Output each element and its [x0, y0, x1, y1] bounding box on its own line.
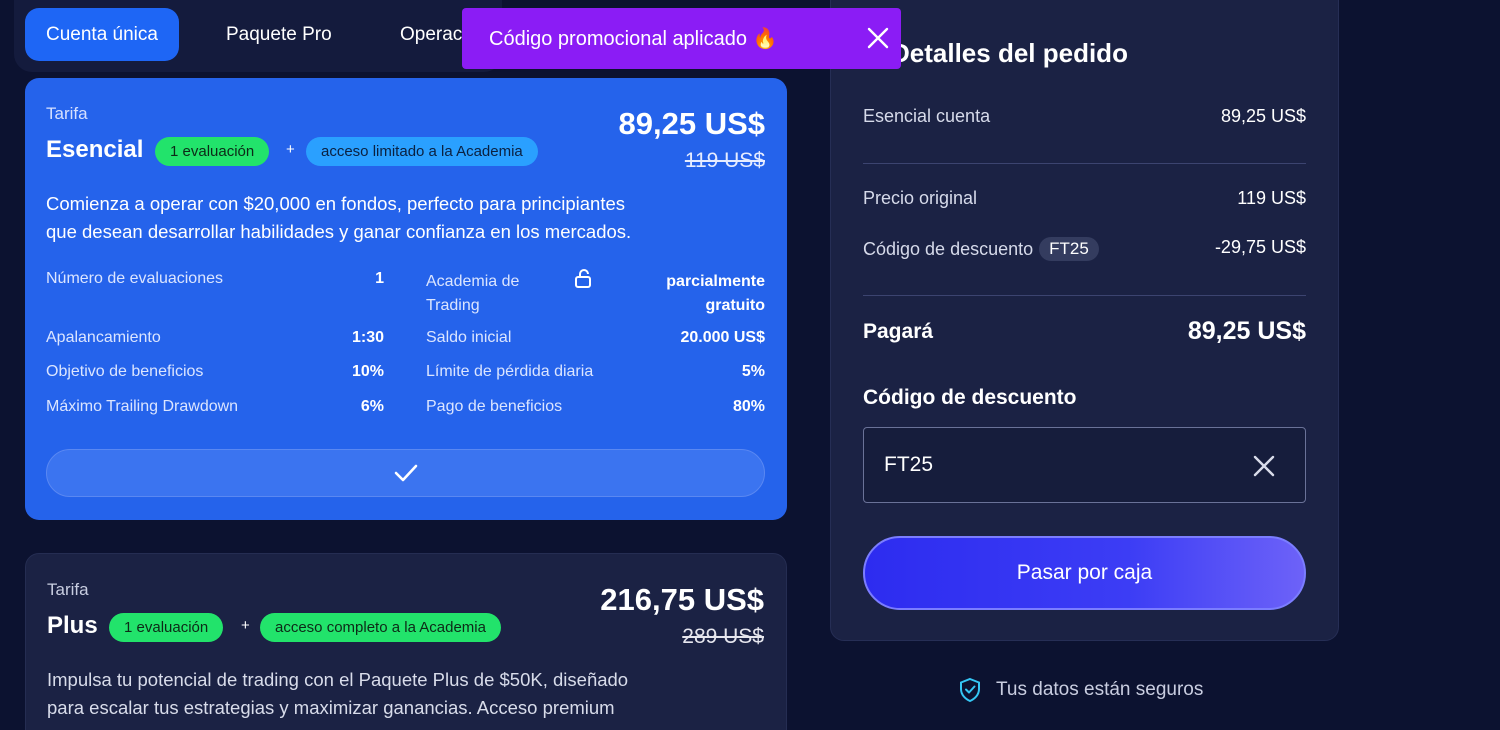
- original-price-label: Precio original: [863, 188, 978, 208]
- spec-label: Academia de Trading: [426, 273, 520, 314]
- spec-label: Pago de beneficios: [426, 398, 563, 415]
- academy-badge: acceso limitado a la Academia: [306, 137, 538, 166]
- spec-label: Máximo Trailing Drawdown: [46, 398, 239, 415]
- account-row: Esencial cuenta 89,25 US$: [863, 106, 1306, 127]
- spec-value: parcialmente gratuito: [666, 273, 765, 314]
- plan-price: 89,25 US$: [618, 106, 766, 141]
- spec-value: 10%: [351, 363, 384, 380]
- plan-old-price: 289 US$: [682, 625, 764, 648]
- tarifa-label: Tarifa: [47, 580, 89, 599]
- plan-name: Plus: [47, 612, 98, 639]
- evaluation-badge: 1 evaluación: [155, 137, 270, 166]
- order-title: Detalles del pedido: [891, 38, 1128, 68]
- secure-note: Tus datos están seguros: [958, 676, 1203, 704]
- academy-badge: acceso completo a la Academia: [260, 613, 501, 642]
- plan-card-plus[interactable]: Tarifa Plus 1 evaluación + acceso comple…: [25, 553, 787, 730]
- spec-label: Apalancamiento: [46, 329, 161, 346]
- discount-code-chip: FT25: [1039, 237, 1099, 261]
- plan-name: Esencial: [46, 136, 144, 163]
- toast-message: Código promocional aplicado 🔥: [489, 28, 778, 50]
- promo-toast: Código promocional aplicado 🔥: [462, 8, 901, 69]
- discount-code-input[interactable]: [884, 448, 1224, 482]
- checkout-page: Cuenta única Paquete Pro Operac Código p…: [0, 0, 1500, 730]
- select-plan-button[interactable]: [46, 449, 765, 497]
- discount-row: Código de descuento FT25 -29,75 US$: [863, 237, 1306, 261]
- spec-label: Límite de pérdida diaria: [426, 363, 594, 380]
- spec-value: 6%: [360, 398, 384, 415]
- divider: [863, 295, 1306, 296]
- discount-value: -29,75 US$: [1214, 237, 1306, 257]
- spec-label: Objetivo de beneficios: [46, 363, 204, 380]
- secure-text: Tus datos están seguros: [996, 679, 1204, 700]
- spec-value: 5%: [741, 363, 765, 380]
- total-label: Pagará: [863, 320, 934, 343]
- plan-old-price: 119 US$: [684, 149, 765, 172]
- plus-sign: +: [286, 141, 295, 158]
- shield-check-icon: [960, 677, 980, 703]
- discount-field-label: Código de descuento: [863, 386, 1077, 409]
- plus-sign: +: [241, 617, 250, 634]
- plan-type-tabs: Cuenta única Paquete Pro Operac: [14, 0, 502, 72]
- spec-value: 1: [375, 270, 384, 287]
- close-icon[interactable]: [865, 25, 891, 51]
- original-price-row: Precio original 119 US$: [863, 188, 1306, 209]
- spec-value: 1:30: [351, 329, 384, 346]
- total-row: Pagará 89,25 US$: [863, 317, 1306, 345]
- plan-description: Impulsa tu potencial de trading con el P…: [47, 669, 629, 718]
- order-summary-panel: Detalles del pedido Esencial cuenta 89,2…: [830, 0, 1339, 641]
- spec-value: 80%: [732, 398, 765, 415]
- clear-icon[interactable]: [1251, 453, 1277, 479]
- spec-label: Número de evaluaciones: [46, 270, 223, 287]
- discount-field: [863, 427, 1306, 503]
- unlock-icon: [575, 269, 591, 288]
- spec-label: Saldo inicial: [426, 329, 512, 346]
- spec-value: 20.000 US$: [680, 329, 765, 346]
- account-label: Esencial cuenta: [863, 106, 991, 126]
- plan-description: Comienza a operar con $20,000 en fondos,…: [46, 193, 632, 242]
- tab-cuenta-unica[interactable]: Cuenta única: [25, 8, 179, 61]
- discount-label: Código de descuento: [863, 239, 1034, 259]
- tarifa-label: Tarifa: [46, 104, 88, 123]
- evaluation-badge: 1 evaluación: [109, 613, 224, 642]
- account-value: 89,25 US$: [1220, 106, 1306, 126]
- check-icon: [394, 464, 418, 482]
- checkout-button[interactable]: Pasar por caja: [863, 536, 1306, 610]
- plan-price: 216,75 US$: [600, 582, 764, 617]
- original-price-value: 119 US$: [1237, 188, 1306, 208]
- total-value: 89,25 US$: [1187, 317, 1306, 345]
- divider: [863, 163, 1306, 164]
- plan-card-esencial[interactable]: Tarifa Esencial 1 evaluación + acceso li…: [25, 78, 787, 520]
- tab-paquete-pro[interactable]: Paquete Pro: [205, 8, 353, 61]
